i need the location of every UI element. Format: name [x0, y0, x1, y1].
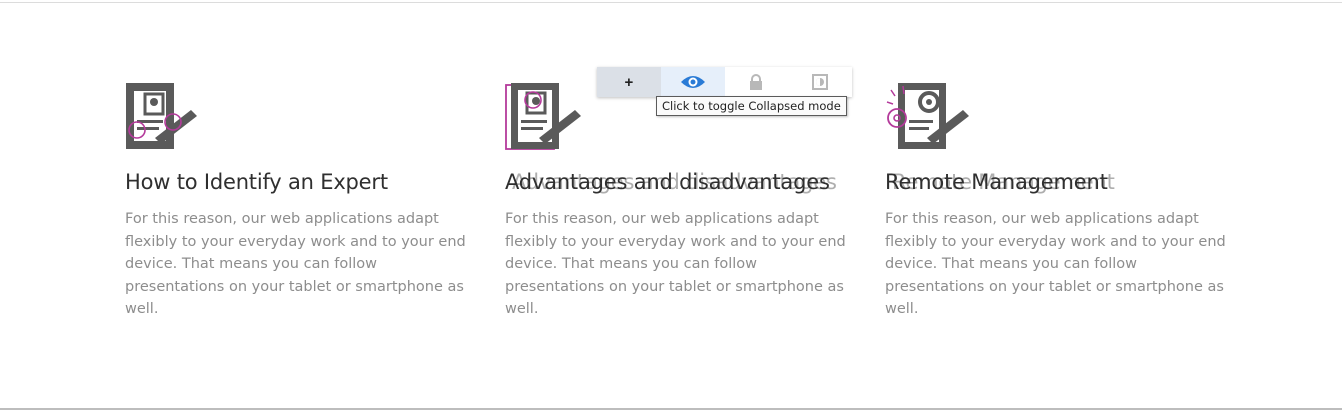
toggle-collapsed-button[interactable]	[660, 67, 725, 97]
plus-icon: +	[624, 73, 634, 91]
theme-icon	[812, 74, 829, 90]
lock-icon	[750, 74, 763, 90]
feature-description: For this reason, our web applications ad…	[505, 211, 846, 317]
resume-icon	[125, 82, 215, 152]
document-pen-icon	[505, 82, 595, 152]
feature-card-remote: Remote Management Remote Management For …	[885, 82, 1226, 321]
top-divider	[0, 2, 1342, 3]
feature-title: Remote Management Remote Management	[885, 170, 1115, 194]
feature-card-expert: How to Identify an Expert For this reaso…	[125, 82, 466, 321]
feature-title: Advantages and disadvantages Advantages …	[505, 170, 837, 194]
feature-title: How to Identify an Expert	[125, 170, 388, 194]
tooltip-collapsed-mode: Click to toggle Collapsed mode	[656, 96, 847, 116]
feature-description: For this reason, our web applications ad…	[885, 211, 1226, 317]
feature-description: For this reason, our web applications ad…	[125, 211, 466, 317]
editor-toolbar: +	[597, 67, 852, 97]
lightbulb-gear-icon	[885, 82, 975, 152]
add-block-button[interactable]: +	[597, 67, 661, 97]
lock-button[interactable]	[724, 67, 789, 97]
feature-card-advantages: Advantages and disadvantages Advantages …	[505, 82, 846, 321]
theme-button[interactable]	[788, 67, 852, 97]
eye-icon	[680, 76, 705, 88]
